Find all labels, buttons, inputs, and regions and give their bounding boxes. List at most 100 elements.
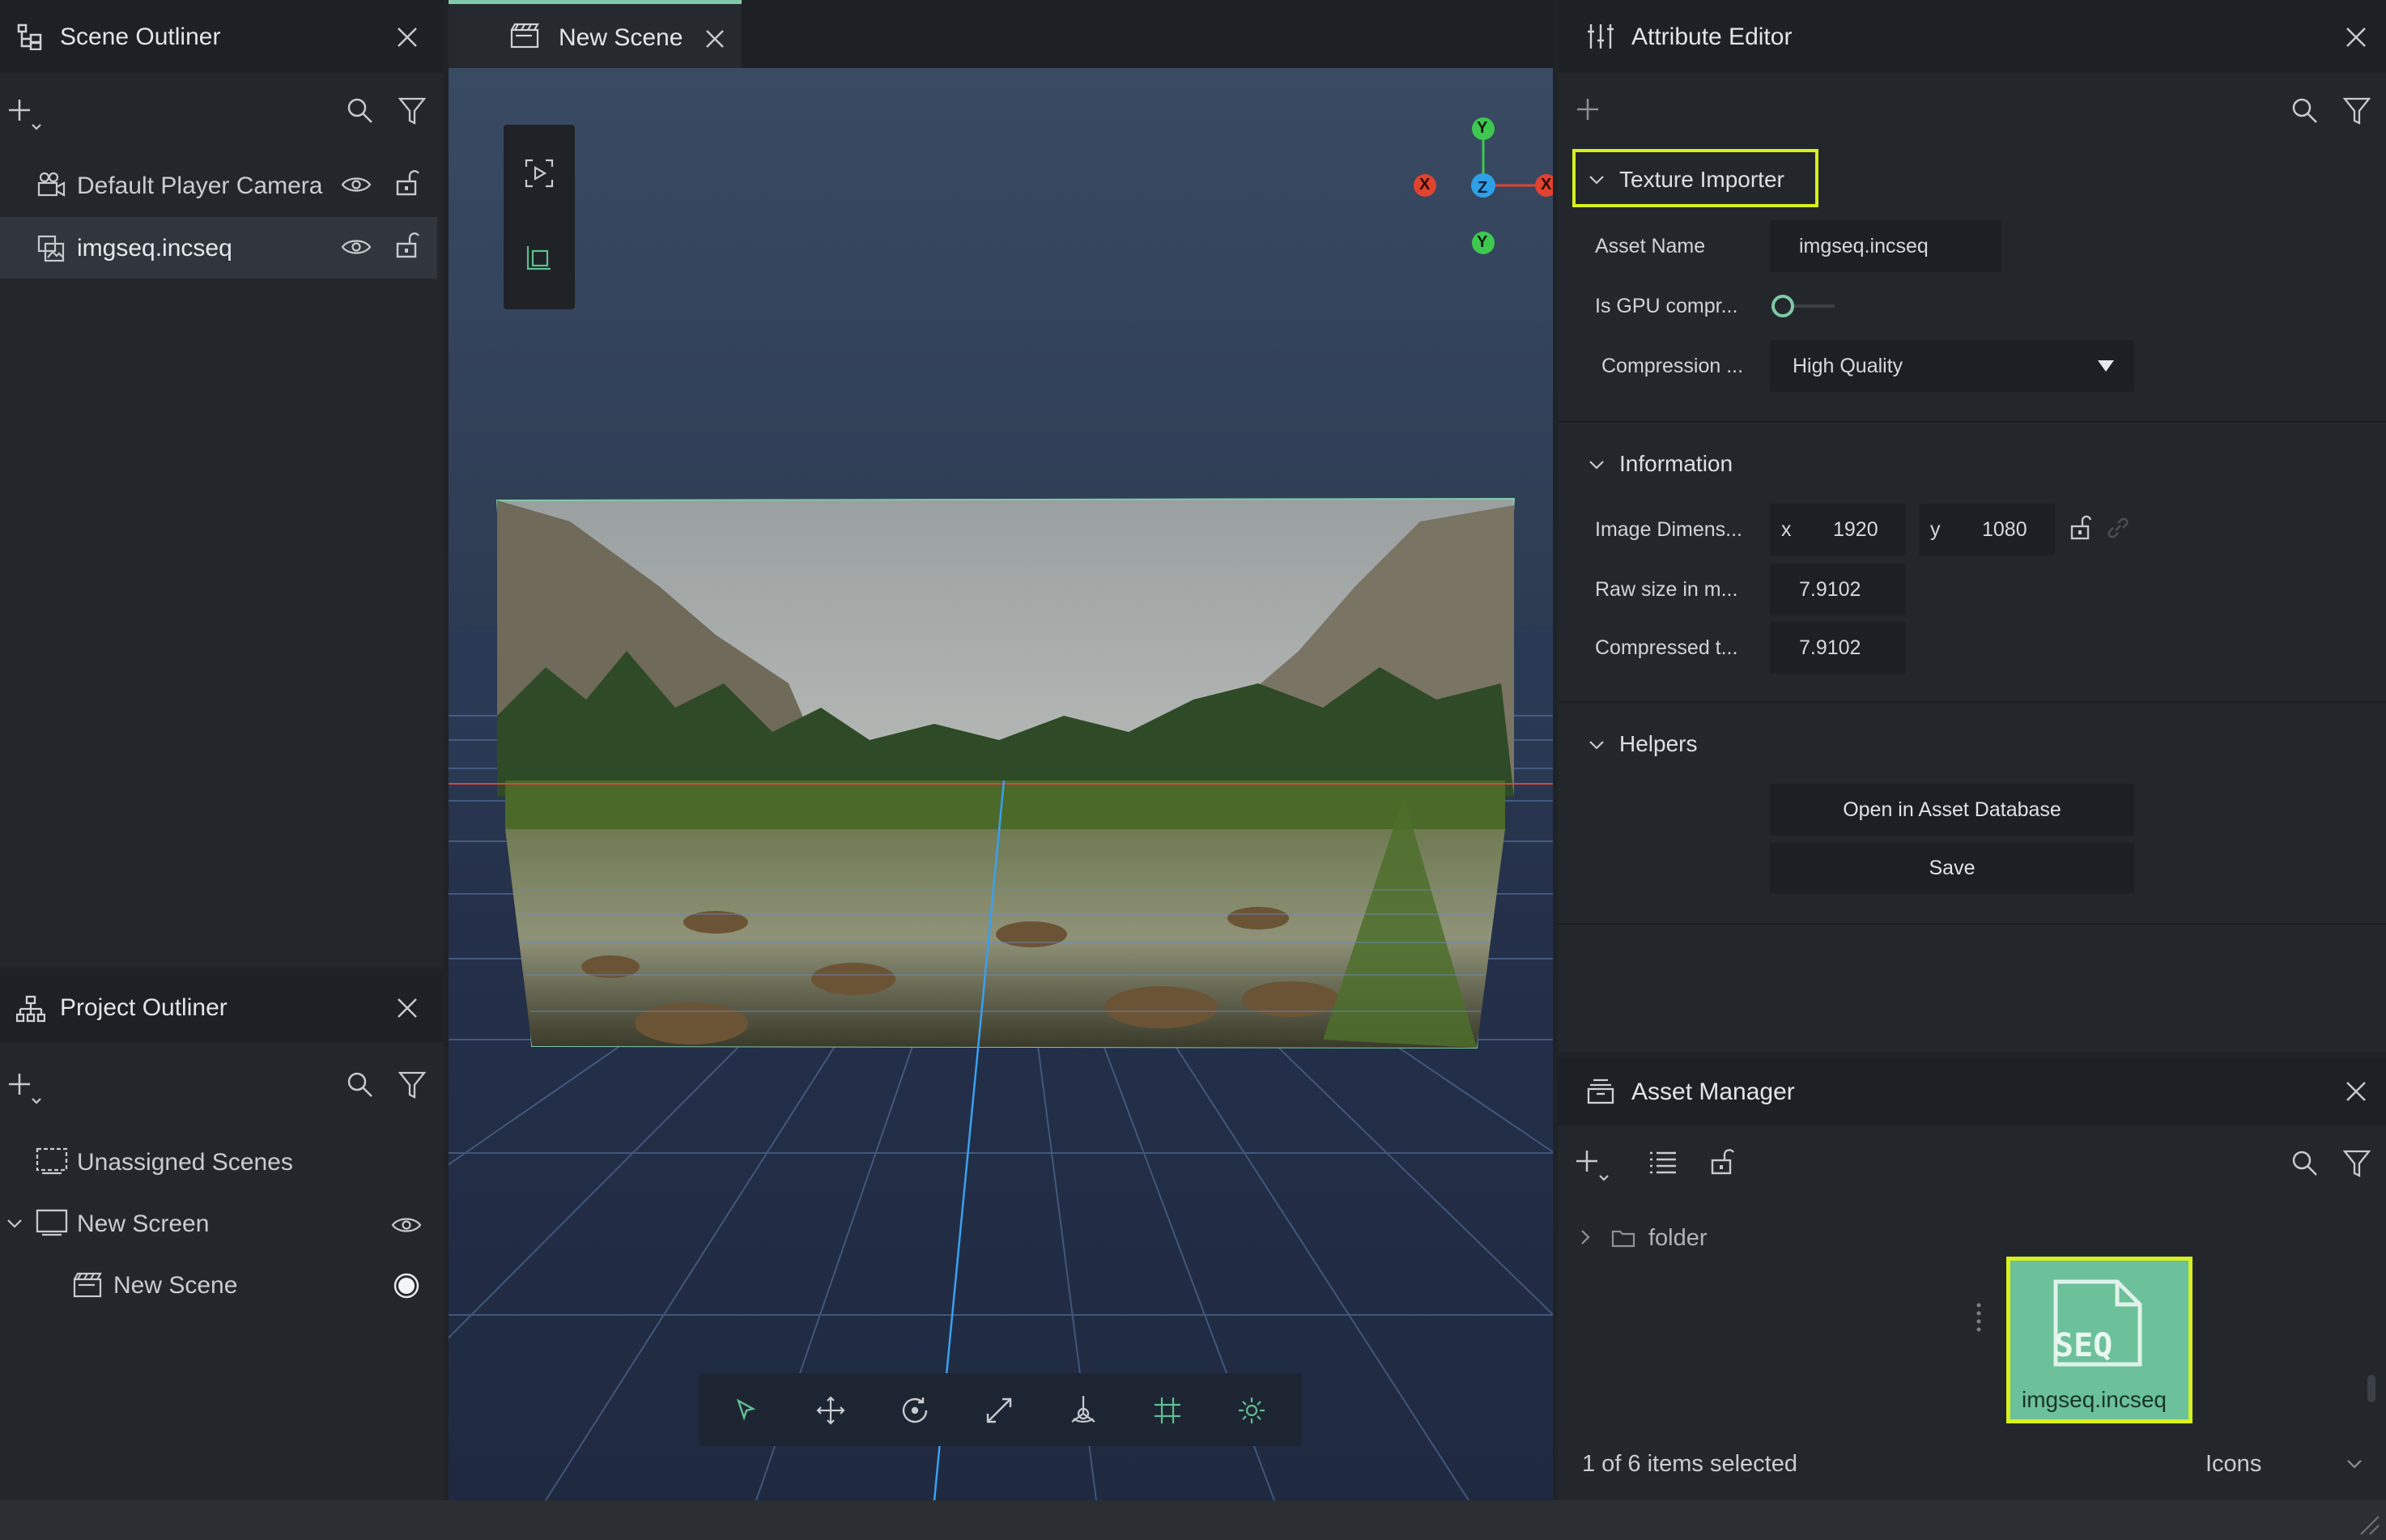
compressed-size-label: Compressed t... — [1595, 636, 1738, 659]
filter-icon[interactable] — [398, 97, 426, 125]
search-icon[interactable] — [347, 97, 374, 125]
folder-icon — [1611, 1228, 1635, 1248]
dimension-y-field[interactable]: y 1080 — [1919, 504, 2055, 555]
close-icon[interactable] — [396, 26, 419, 49]
asset-tile-label: imgseq.incseq — [2022, 1387, 2167, 1412]
pivot-tool-icon[interactable] — [1059, 1386, 1108, 1435]
information-header[interactable]: Information — [1572, 439, 1896, 487]
add-icon[interactable] — [8, 1071, 47, 1110]
texture-importer-header[interactable]: Texture Importer — [1572, 149, 1818, 207]
compressed-size-field[interactable]: 7.9102 — [1770, 622, 1906, 674]
orientation-gizmo[interactable]: Y X Z X Y — [1363, 112, 1553, 257]
close-icon[interactable] — [396, 997, 419, 1019]
filter-icon[interactable] — [2343, 97, 2371, 125]
visibility-eye-icon[interactable] — [341, 174, 372, 195]
selection-status: 1 of 6 items selected — [1582, 1451, 1797, 1477]
dropdown-triangle-icon — [2097, 359, 2115, 372]
helpers-header[interactable]: Helpers — [1572, 719, 1896, 768]
y-value: 1080 — [1982, 518, 2027, 541]
compression-value: High Quality — [1793, 355, 1903, 377]
open-in-asset-database-button[interactable]: Open in Asset Database — [1770, 784, 2134, 836]
raw-size-value: 7.9102 — [1799, 578, 1861, 601]
project-outliner-header: Project Outliner — [0, 974, 444, 1042]
chevron-down-icon — [1589, 738, 1605, 751]
asset-scrollbar[interactable] — [2367, 1375, 2375, 1402]
tab-label: New Scene — [559, 24, 683, 51]
search-icon[interactable] — [2291, 97, 2319, 125]
project-item-new-screen[interactable]: New Screen — [0, 1198, 437, 1251]
frame-selection-icon[interactable] — [525, 243, 554, 272]
section-divider — [1558, 923, 2386, 925]
compressed-size-value: 7.9102 — [1799, 636, 1861, 659]
visibility-eye-icon[interactable] — [341, 236, 372, 257]
unlock-icon[interactable] — [1710, 1148, 1734, 1176]
unlock-icon[interactable] — [395, 169, 419, 197]
status-bar — [0, 1500, 2386, 1540]
project-tree-icon — [16, 995, 45, 1024]
asset-tile-imgseq[interactable]: SEQ imgseq.incseq — [2006, 1257, 2192, 1423]
panel-title: Attribute Editor — [1631, 23, 1793, 50]
gizmo-x-left-label: X — [1419, 176, 1431, 194]
section-title: Helpers — [1619, 731, 1698, 756]
scene-item-label: imgseq.incseq — [77, 235, 232, 262]
unlock-icon[interactable] — [395, 232, 419, 259]
chevron-down-icon[interactable] — [6, 1217, 23, 1230]
scene-outliner-header: Scene Outliner — [0, 0, 444, 73]
aspect-lock-icon[interactable] — [2069, 515, 2092, 541]
save-button[interactable]: Save — [1770, 842, 2134, 894]
scene-item-imgseq[interactable]: imgseq.incseq — [0, 217, 437, 279]
dimension-x-field[interactable]: x 1920 — [1770, 504, 1906, 555]
grid-snap-icon[interactable] — [1143, 1386, 1192, 1435]
close-tab-icon[interactable] — [704, 28, 725, 49]
lighting-icon[interactable] — [1227, 1386, 1276, 1435]
compression-label: Compression ... — [1601, 355, 1744, 377]
project-item-unassigned-scenes[interactable]: Unassigned Scenes — [0, 1136, 437, 1189]
gizmo-y-bottom-label: Y — [1477, 233, 1488, 251]
project-item-new-scene[interactable]: New Scene — [0, 1259, 437, 1312]
hierarchy-icon — [16, 23, 44, 50]
screen-icon — [36, 1209, 68, 1236]
panel-title: Scene Outliner — [60, 23, 221, 50]
project-item-label: New Screen — [77, 1210, 210, 1237]
move-tool-icon[interactable] — [806, 1386, 855, 1435]
scale-tool-icon[interactable] — [975, 1386, 1023, 1435]
search-icon[interactable] — [2291, 1150, 2319, 1177]
compression-dropdown[interactable]: High Quality — [1770, 340, 2134, 392]
add-icon[interactable] — [1576, 97, 1600, 121]
scene-item-default-player-camera[interactable]: Default Player Camera — [0, 156, 437, 215]
close-icon[interactable] — [2345, 26, 2367, 49]
view-mode-value: Icons — [2205, 1451, 2262, 1477]
visibility-eye-icon[interactable] — [391, 1215, 422, 1236]
search-icon[interactable] — [347, 1071, 374, 1099]
list-view-icon[interactable] — [1648, 1150, 1678, 1176]
tab-new-scene[interactable]: New Scene — [449, 0, 742, 68]
add-icon[interactable] — [1576, 1148, 1614, 1187]
asset-name-field[interactable]: imgseq.incseq — [1770, 220, 2001, 272]
add-icon[interactable] — [8, 97, 47, 136]
viewport-mini-toolbar — [504, 125, 575, 309]
filter-icon[interactable] — [2343, 1150, 2371, 1177]
viewport-canvas[interactable]: Y X Z X Y — [449, 68, 1553, 1500]
asset-manager-header: Asset Manager — [1558, 1057, 2386, 1125]
raw-size-field[interactable]: 7.9102 — [1770, 564, 1906, 615]
close-icon[interactable] — [2345, 1080, 2367, 1103]
camera-icon — [37, 172, 66, 198]
transform-toolbar — [700, 1373, 1302, 1446]
project-item-label: New Scene — [113, 1272, 238, 1299]
link-icon[interactable] — [2105, 515, 2131, 541]
view-mode-dropdown[interactable]: Icons — [2197, 1443, 2375, 1487]
asset-drawer-icon — [1587, 1078, 1614, 1104]
active-scene-radio-icon[interactable] — [393, 1273, 419, 1299]
camera-view-icon[interactable] — [525, 159, 554, 188]
panel-title: Project Outliner — [60, 994, 228, 1021]
resize-dots-icon[interactable] — [1976, 1302, 1982, 1338]
gpu-compression-toggle[interactable] — [1768, 291, 1835, 321]
viewport-tab-bar: New Scene — [449, 0, 1553, 68]
filter-icon[interactable] — [398, 1071, 426, 1099]
clapperboard-icon — [73, 1272, 102, 1298]
folder-item[interactable]: folder — [1579, 1218, 1822, 1258]
chevron-down-icon — [2346, 1457, 2363, 1470]
resize-grip-icon[interactable] — [2356, 1512, 2380, 1536]
rotate-tool-icon[interactable] — [891, 1386, 939, 1435]
select-tool-icon[interactable] — [722, 1386, 771, 1435]
